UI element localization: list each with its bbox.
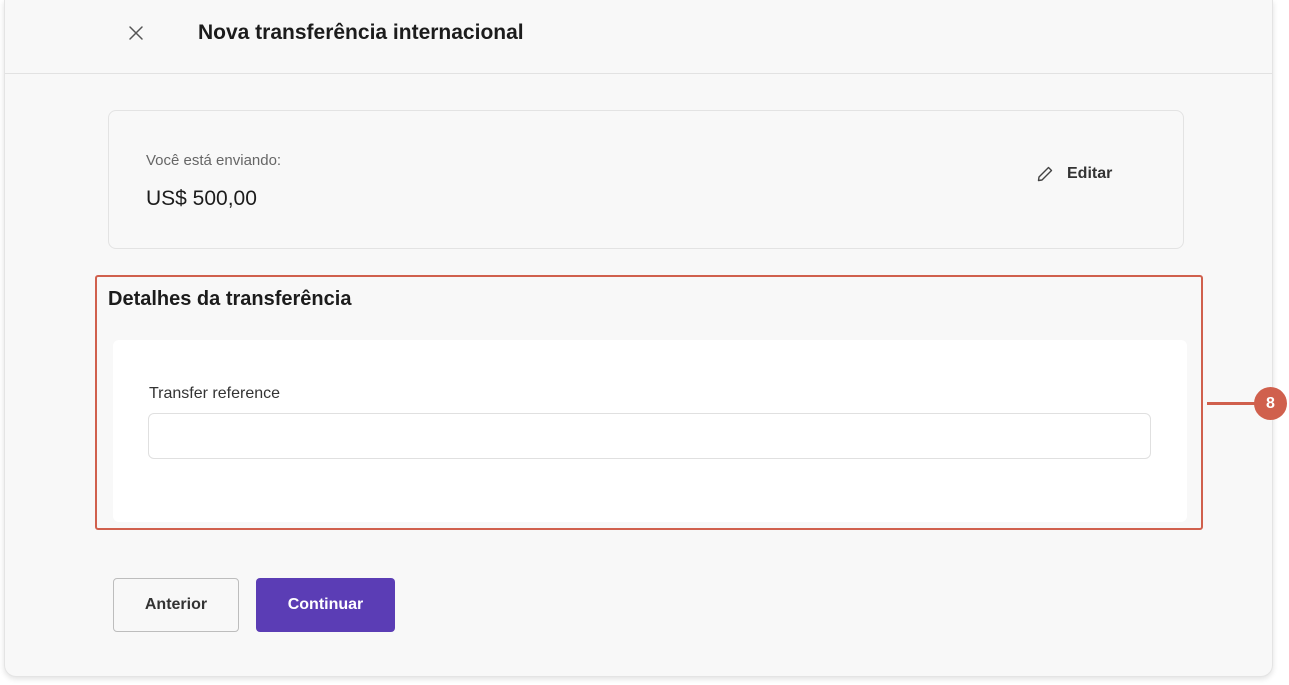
section-title: Detalhes da transferência: [108, 288, 352, 310]
annotation-callout-badge: 8: [1254, 387, 1287, 420]
continue-button[interactable]: Continuar: [256, 578, 395, 632]
transfer-reference-input[interactable]: [148, 413, 1151, 459]
transfer-details-card: Transfer reference: [113, 340, 1187, 522]
close-button[interactable]: [123, 20, 149, 46]
pencil-icon: [1037, 166, 1053, 182]
close-icon: [129, 26, 143, 40]
modal-header: Nova transferência internacional: [5, 0, 1272, 74]
annotation-callout-line: [1207, 402, 1255, 405]
amount-summary-card: Você está enviando: US$ 500,00 Editar: [108, 110, 1184, 249]
edit-label: Editar: [1067, 165, 1113, 182]
summary-amount: US$ 500,00: [146, 187, 257, 210]
summary-label: Você está enviando:: [146, 152, 282, 169]
back-button[interactable]: Anterior: [113, 578, 239, 632]
transfer-reference-label: Transfer reference: [149, 385, 281, 402]
page-title: Nova transferência internacional: [198, 21, 524, 44]
edit-button[interactable]: Editar: [1035, 162, 1112, 186]
transfer-modal: Nova transferência internacional Você es…: [4, 0, 1273, 677]
